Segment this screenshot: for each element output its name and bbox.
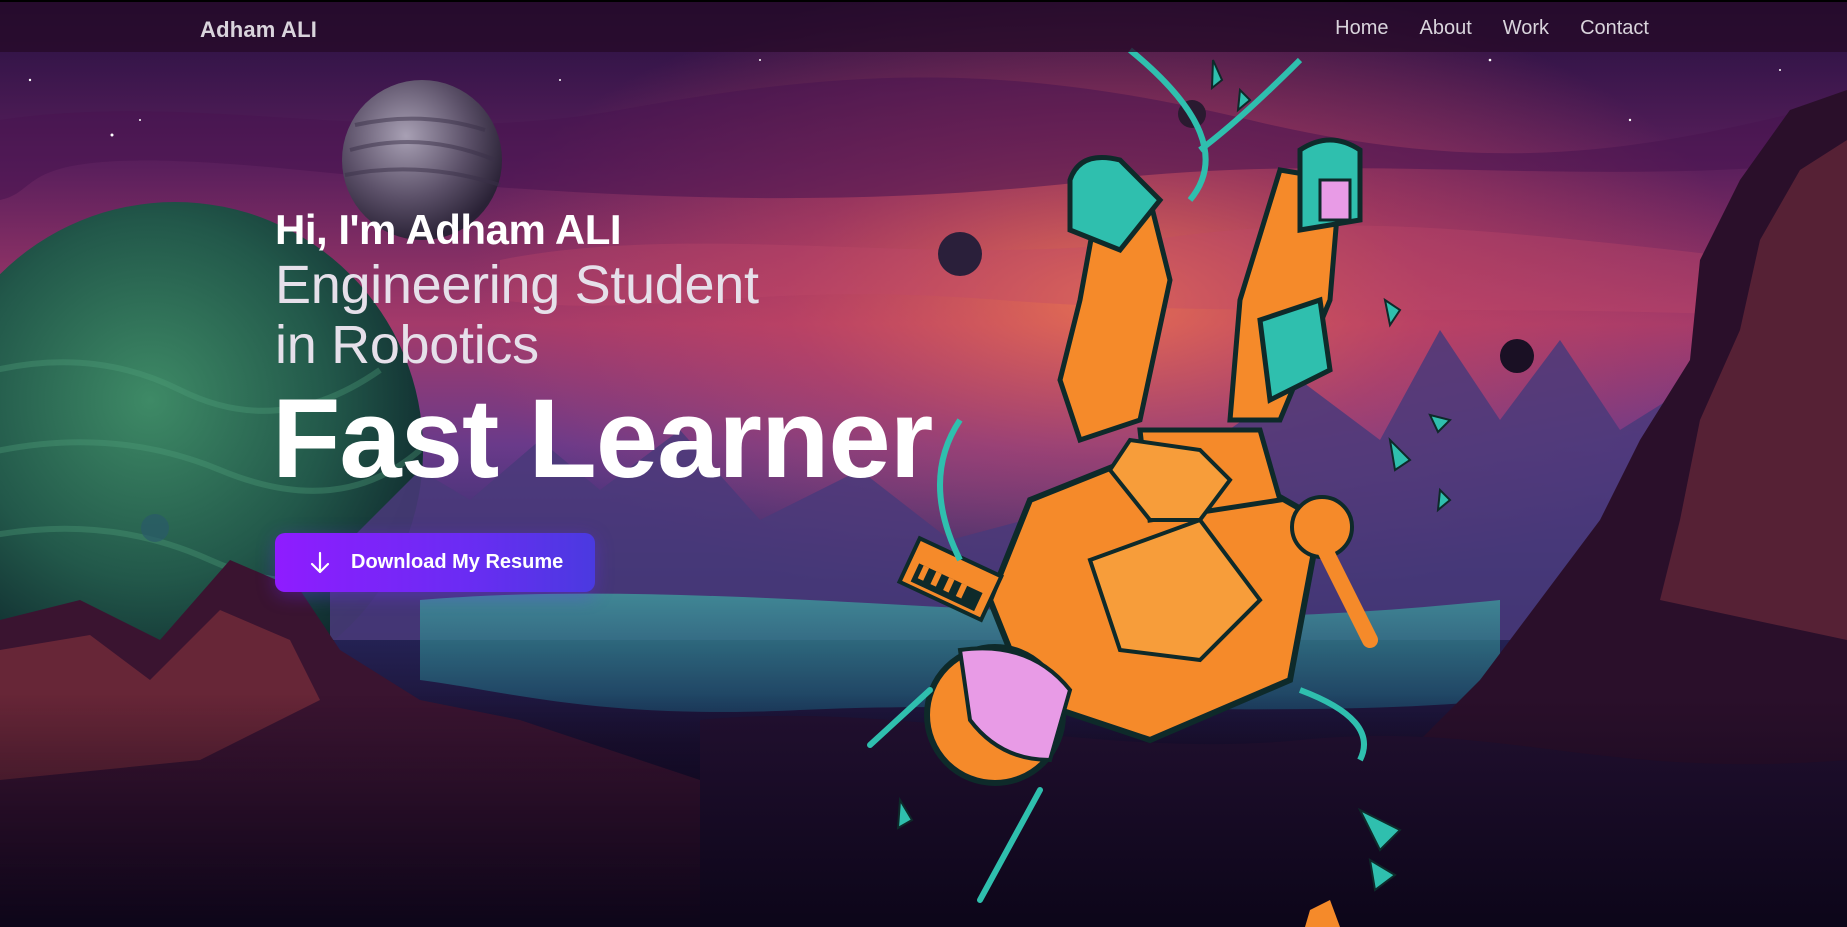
top-navbar: Adham ALI Home About Work Contact [0, 0, 1847, 52]
download-resume-button[interactable]: Download My Resume [275, 533, 595, 592]
nav-link-contact[interactable]: Contact [1580, 17, 1649, 40]
hero-subtitle-line-1: Engineering Student [275, 255, 759, 315]
hero-headline: Fast Learner [272, 376, 933, 501]
nav-links: Home About Work Contact [1335, 17, 1649, 40]
hero-greeting: Hi, I'm Adham ALI [275, 206, 622, 253]
nav-link-work[interactable]: Work [1503, 17, 1549, 40]
download-resume-label: Download My Resume [351, 551, 564, 573]
brand-logo-text[interactable]: Adham ALI [200, 17, 317, 43]
nav-link-home[interactable]: Home [1335, 17, 1388, 40]
nav-link-about[interactable]: About [1419, 17, 1471, 40]
hero-subtitle-line-2: in Robotics [275, 315, 539, 375]
arrow-down-icon [310, 551, 330, 573]
hero-text: Hi, I'm Adham ALI Engineering Student in… [272, 205, 933, 501]
